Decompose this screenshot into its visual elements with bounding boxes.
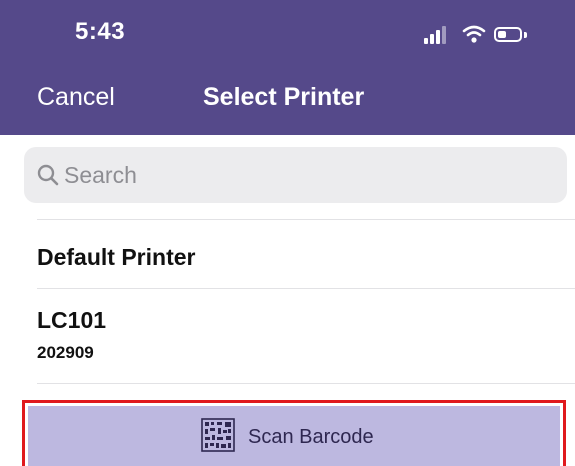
page-title: Select Printer <box>203 83 365 111</box>
printer-id: 202909 <box>37 343 94 362</box>
signal-icon <box>424 24 450 44</box>
search-bar[interactable] <box>24 147 567 203</box>
cancel-button[interactable]: Cancel <box>37 83 115 112</box>
list-item-lc101[interactable]: LC101 202909 <box>0 289 575 382</box>
status-time: 5:43 <box>75 18 126 45</box>
search-input[interactable] <box>64 147 544 203</box>
scan-barcode-button[interactable]: Scan Barcode <box>28 406 560 466</box>
battery-icon <box>494 27 522 42</box>
search-icon <box>37 164 59 186</box>
top-bar: 5:43 Cancel Select Printer <box>0 0 575 135</box>
divider <box>37 383 575 384</box>
printer-name: LC101 <box>37 307 107 333</box>
status-icons <box>424 24 544 48</box>
wifi-icon <box>462 25 486 43</box>
app-screen: 5:43 Cancel Select Printer Search Defaul… <box>0 0 575 466</box>
scan-barcode-label: Scan Barcode <box>248 426 374 448</box>
list-item-default-printer[interactable]: Default Printer <box>0 220 575 288</box>
battery-tip <box>524 32 527 38</box>
barcode-icon <box>201 418 235 452</box>
printer-name: Default Printer <box>37 244 196 270</box>
